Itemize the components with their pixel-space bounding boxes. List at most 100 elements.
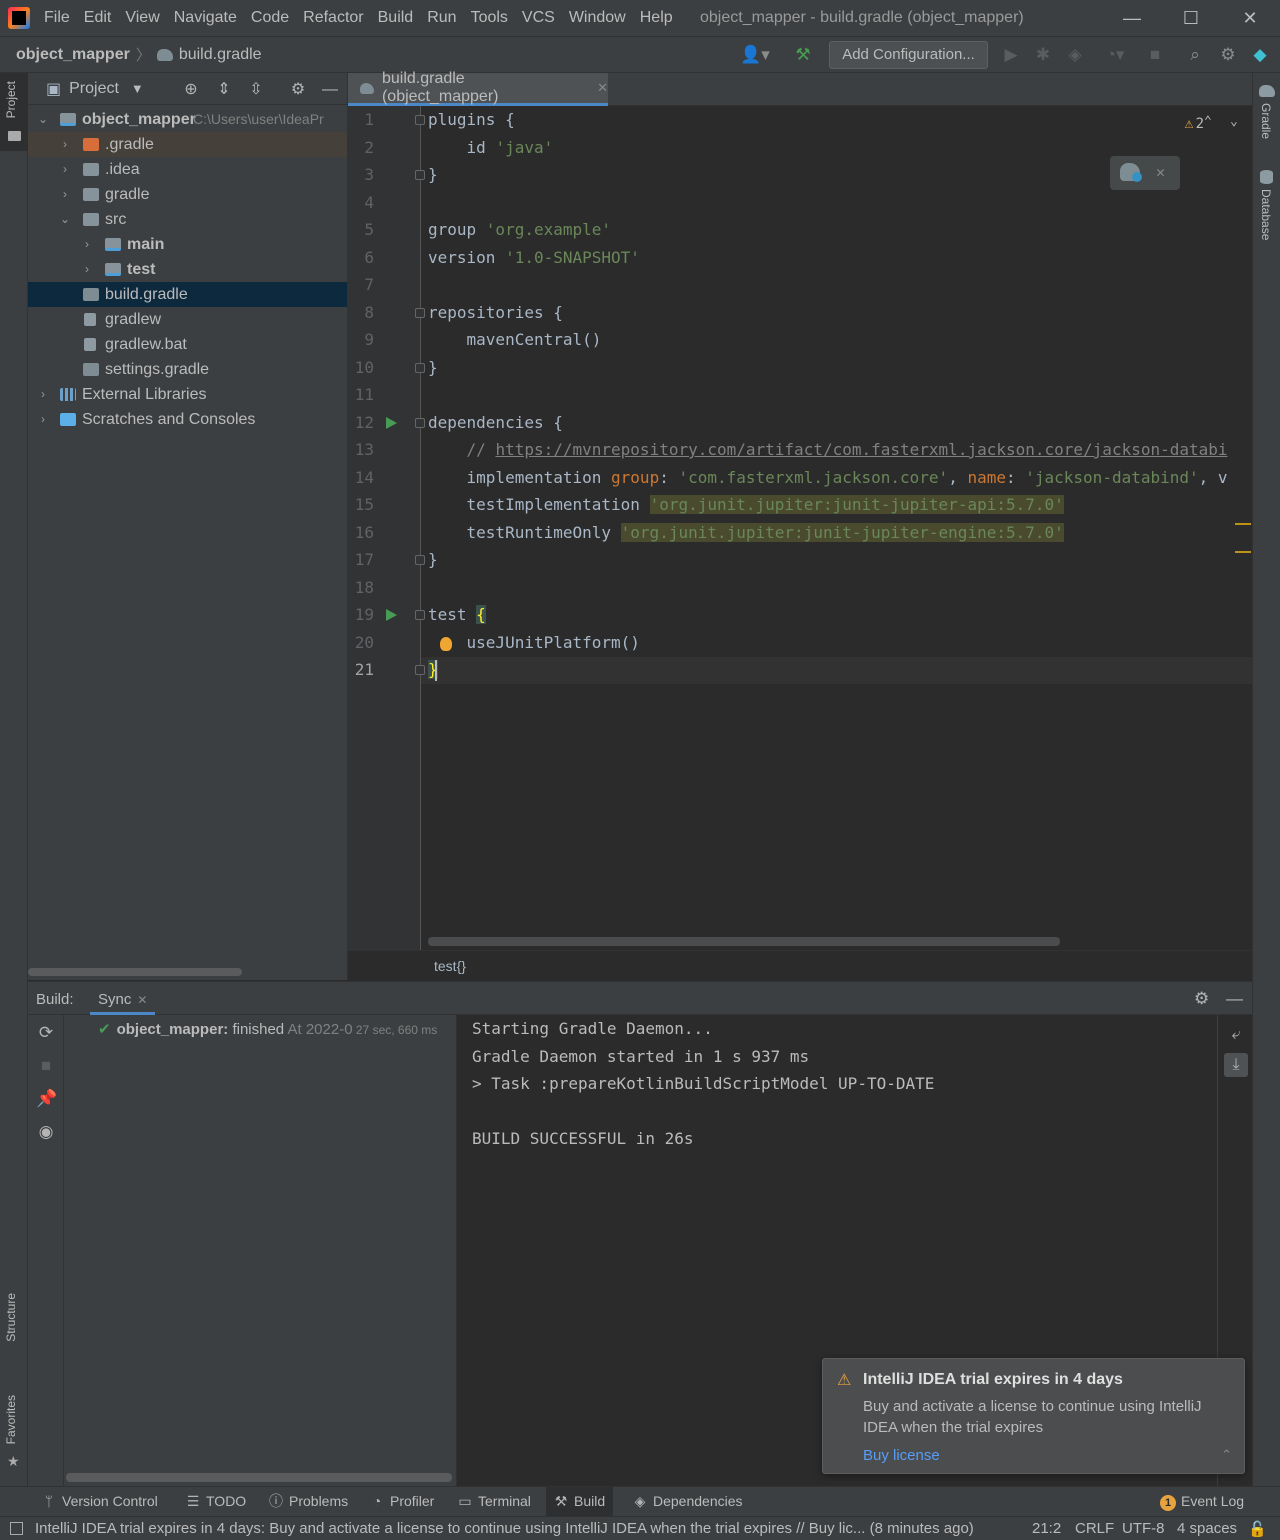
fold-icon[interactable] [415, 363, 425, 373]
sync-tab[interactable]: Sync ✕ [90, 982, 156, 1015]
menu-navigate[interactable]: Navigate [174, 9, 237, 27]
chevron-down-icon[interactable]: ⌄ [1230, 114, 1238, 129]
breadcrumb-project[interactable]: object_mapper [16, 46, 130, 64]
close-tab-icon[interactable]: ✕ [137, 993, 147, 1007]
tree-item-main[interactable]: › main [28, 232, 347, 257]
hide-panel-icon[interactable]: — [1226, 989, 1243, 1009]
tree-item-test[interactable]: › test [28, 257, 347, 282]
fold-icon[interactable] [415, 665, 425, 675]
menu-vcs[interactable]: VCS [522, 9, 555, 27]
favorites-tool-tab[interactable]: Favorites [4, 1395, 24, 1444]
chevron-up-icon[interactable]: ⌃ [1204, 114, 1212, 129]
menu-tools[interactable]: Tools [471, 9, 508, 27]
menu-window[interactable]: Window [569, 9, 626, 27]
reload-sync-icon[interactable]: ⟳ [36, 1023, 56, 1043]
tree-item-idea[interactable]: › .idea [28, 157, 347, 182]
tree-item-scratches[interactable]: › Scratches and Consoles [28, 407, 347, 432]
tree-item-gradlew-bat[interactable]: gradlew.bat [28, 332, 347, 357]
code-link[interactable]: https://mvnrepository.com/artifact/com.f… [495, 440, 1227, 459]
build-settings-gear-icon[interactable]: ⚙ [1194, 989, 1209, 1009]
database-tool-tab[interactable]: Database [1259, 189, 1273, 240]
todo-tab[interactable]: ☰ TODO [178, 1487, 254, 1517]
build-tree-scrollbar[interactable] [66, 1473, 452, 1482]
status-message[interactable]: IntelliJ IDEA trial expires in 4 days: B… [35, 1520, 993, 1537]
soft-wrap-icon[interactable]: ⤶ [1224, 1023, 1248, 1047]
run-dependencies-icon[interactable] [386, 417, 397, 429]
run-icon[interactable]: ▶ [1000, 45, 1022, 65]
tree-item-gradle[interactable]: › gradle [28, 182, 347, 207]
menu-edit[interactable]: Edit [84, 9, 112, 27]
close-popup-icon[interactable]: ✕ [1156, 163, 1165, 181]
stop-icon[interactable]: ■ [1144, 45, 1166, 65]
tree-item-project-root[interactable]: ⌄ object_mapper C:\Users\user\IdeaPr [28, 107, 347, 132]
menu-file[interactable]: File [44, 9, 70, 27]
line-separator[interactable]: CRLF [1075, 1520, 1114, 1537]
tree-item-src[interactable]: ⌄ src [28, 207, 347, 232]
chevron-right-icon[interactable]: › [58, 132, 72, 157]
inspection-widget[interactable]: ⚠ 2 [1185, 114, 1204, 132]
structure-tool-tab[interactable]: Structure [4, 1293, 24, 1342]
fold-icon[interactable] [415, 170, 425, 180]
build-result-row[interactable]: ✔ object_mapper: finished At 2022-0 27 se… [98, 1020, 437, 1038]
profiler-tab[interactable]: ◔ Profiler [362, 1487, 442, 1517]
buy-license-link[interactable]: Buy license [863, 1447, 940, 1464]
fold-icon[interactable] [415, 555, 425, 565]
menu-help[interactable]: Help [640, 9, 673, 27]
run-test-icon[interactable] [386, 609, 397, 621]
coverage-icon[interactable]: ◈ [1064, 45, 1086, 65]
close-tab-icon[interactable]: ✕ [597, 80, 608, 96]
chevron-right-icon[interactable]: › [36, 382, 50, 407]
menu-code[interactable]: Code [251, 9, 289, 27]
add-configuration-button[interactable]: Add Configuration... [829, 41, 988, 69]
tool-windows-toggle-icon[interactable] [10, 1522, 23, 1535]
fold-icon[interactable] [415, 115, 425, 125]
chevron-right-icon[interactable]: › [80, 232, 94, 257]
maximize-button[interactable]: ☐ [1171, 6, 1211, 30]
gradle-tool-tab[interactable]: Gradle [1259, 103, 1273, 139]
dependencies-tab[interactable]: ◈ Dependencies [625, 1487, 751, 1517]
menu-refactor[interactable]: Refactor [303, 9, 363, 27]
profile-icon[interactable]: ◔▾ [1096, 45, 1134, 65]
project-horizontal-scrollbar[interactable] [28, 968, 242, 976]
warning-stripe-mark[interactable] [1235, 523, 1251, 525]
eye-filter-icon[interactable]: ◉ [36, 1122, 56, 1142]
warning-stripe-mark[interactable] [1235, 551, 1251, 553]
chevron-right-icon[interactable]: › [58, 157, 72, 182]
chevron-down-icon[interactable]: ⌄ [36, 107, 50, 132]
settings-gear-icon[interactable]: ⚙ [1217, 45, 1239, 65]
editor-tab-build-gradle[interactable]: build.gradle (object_mapper) ✕ [348, 70, 608, 106]
pin-icon[interactable]: 📌 [36, 1089, 57, 1109]
file-encoding[interactable]: UTF-8 [1122, 1520, 1165, 1537]
tree-item-settings-gradle[interactable]: settings.gradle [28, 357, 347, 382]
tree-item-dot-gradle[interactable]: › .gradle [28, 132, 347, 157]
project-tool-tab[interactable]: Project [4, 81, 24, 118]
problems-tab[interactable]: ⓘ Problems [261, 1487, 356, 1517]
scroll-to-end-icon[interactable]: ⤓ [1224, 1053, 1248, 1077]
terminal-tab[interactable]: ▭ Terminal [450, 1487, 539, 1517]
project-panel-title[interactable]: Project [69, 80, 119, 98]
event-log-tab[interactable]: 1 Event Log [1152, 1487, 1252, 1517]
tree-item-build-gradle[interactable]: build.gradle [28, 282, 347, 307]
debug-icon[interactable]: ✱ [1032, 45, 1054, 65]
user-account-icon[interactable]: 👤▾ [738, 45, 772, 65]
caret-position[interactable]: 21:2 [1032, 1520, 1061, 1537]
menu-view[interactable]: View [125, 9, 159, 27]
lock-icon[interactable]: 🔓 [1248, 1520, 1267, 1538]
minimize-button[interactable]: — [1112, 6, 1152, 30]
panel-settings-gear-icon[interactable]: ⚙ [288, 80, 308, 100]
fold-icon[interactable] [415, 610, 425, 620]
version-control-tab[interactable]: ᛘ Version Control [34, 1487, 166, 1517]
stop-icon[interactable]: ■ [36, 1056, 56, 1076]
collapse-all-icon[interactable]: ⇳ [246, 80, 266, 100]
chevron-right-icon[interactable]: › [58, 182, 72, 207]
project-view-dropdown-icon[interactable]: ▼ [131, 81, 144, 96]
editor-horizontal-scrollbar[interactable] [428, 937, 1060, 946]
tree-item-gradlew[interactable]: gradlew [28, 307, 347, 332]
build-hammer-icon[interactable]: ⚒ [792, 45, 814, 65]
fold-icon[interactable] [415, 308, 425, 318]
tree-item-external-libraries[interactable]: › External Libraries [28, 382, 347, 407]
code-editor[interactable]: 1 2 3 4 5 6 7 8 9 10 11 12 13 14 15 16 1… [348, 106, 1252, 950]
hide-panel-icon[interactable]: — [320, 80, 340, 100]
close-window-button[interactable]: ✕ [1230, 6, 1270, 30]
chevron-right-icon[interactable]: › [80, 257, 94, 282]
